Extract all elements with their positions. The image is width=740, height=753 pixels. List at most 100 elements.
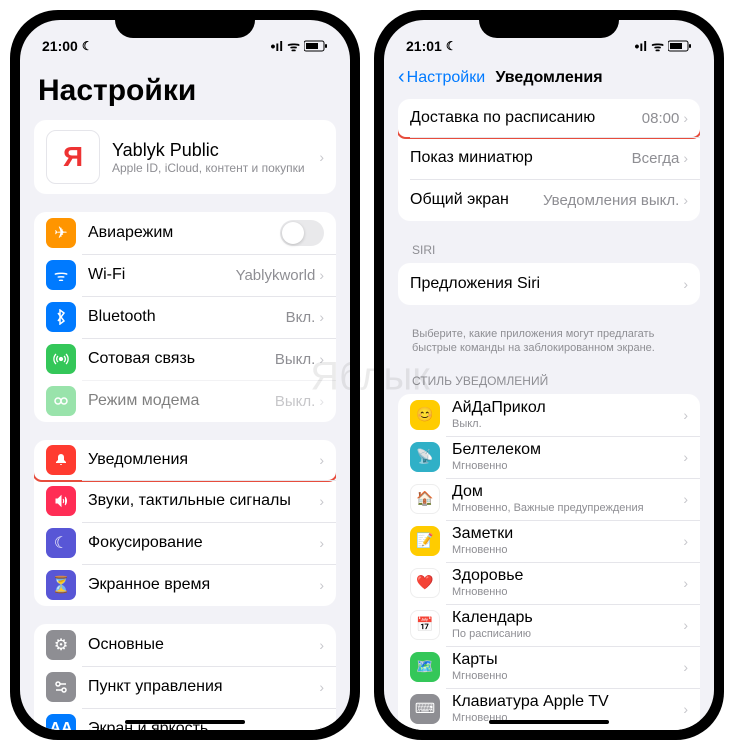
label-bt: Bluetooth xyxy=(88,308,286,326)
label-sounds: Звуки, тактильные сигналы xyxy=(88,492,319,510)
status-time: 21:00 xyxy=(42,38,78,54)
row-screentime[interactable]: ⏳ Экранное время › xyxy=(34,564,336,606)
row-app[interactable]: 📅 Календарь По расписанию › xyxy=(398,604,700,646)
app-icon: 📝 xyxy=(410,526,440,556)
chevron-right-icon: › xyxy=(319,637,324,653)
app-sub: Выкл. xyxy=(452,418,683,430)
row-app[interactable]: ❤️ Здоровье Мгновенно › xyxy=(398,562,700,604)
chevron-right-icon: › xyxy=(319,452,324,468)
chevron-right-icon: › xyxy=(319,309,324,325)
app-icon: 🗺️ xyxy=(410,652,440,682)
bluetooth-icon xyxy=(46,302,76,332)
siri-note: Выберите, какие приложения могут предлаг… xyxy=(398,323,700,370)
label-control: Пункт управления xyxy=(88,678,319,696)
row-notifications[interactable]: Уведомления › xyxy=(34,440,336,482)
home-indicator[interactable] xyxy=(125,720,245,724)
back-button[interactable]: ‹Настройки xyxy=(398,66,485,89)
row-app[interactable]: 😊 АйДаПрикол Выкл. › xyxy=(398,394,700,436)
label-general: Основные xyxy=(88,636,319,654)
chevron-right-icon: › xyxy=(319,351,324,367)
row-airplane[interactable]: ✈ Авиарежим xyxy=(34,212,336,254)
label-notif: Уведомления xyxy=(88,451,319,469)
row-screen-sharing[interactable]: Общий экран Уведомления выкл. › xyxy=(398,179,700,221)
label-preview: Показ миниатюр xyxy=(410,149,632,167)
phone-left: 21:00☾ •ıl ᯤ Настройки Я Yablyk Public A… xyxy=(10,10,360,740)
chevron-right-icon: › xyxy=(319,267,324,283)
label-siri: Предложения Siri xyxy=(410,275,683,293)
value-cell: Выкл. xyxy=(275,351,315,368)
moon-icon: ☾ xyxy=(446,39,457,53)
chevron-right-icon: › xyxy=(683,150,688,166)
toggle-airplane[interactable] xyxy=(280,220,324,246)
value-hotspot: Выкл. xyxy=(275,393,315,410)
app-name: Карты xyxy=(452,651,683,669)
app-icon: 🏠 xyxy=(410,484,440,514)
app-sub: Мгновенно xyxy=(452,586,683,598)
chevron-right-icon: › xyxy=(683,276,688,292)
chevron-right-icon: › xyxy=(319,149,324,165)
profile-icon: Я xyxy=(46,130,100,184)
cellular-icon xyxy=(46,344,76,374)
speaker-icon xyxy=(46,486,76,516)
chevron-right-icon: › xyxy=(319,679,324,695)
label-schedule: Доставка по расписанию xyxy=(410,109,642,127)
text-size-icon: AA xyxy=(46,714,76,730)
value-preview: Всегда xyxy=(632,150,680,167)
profile-row[interactable]: Я Yablyk Public Apple ID, iCloud, контен… xyxy=(34,120,336,194)
row-app[interactable]: 🏠 Дом Мгновенно, Важные предупреждения › xyxy=(398,478,700,520)
chevron-right-icon: › xyxy=(319,721,324,730)
row-display[interactable]: AA Экран и яркость › xyxy=(34,708,336,730)
chevron-right-icon: › xyxy=(683,407,688,423)
app-icon: 📅 xyxy=(410,610,440,640)
label-screentime: Экранное время xyxy=(88,576,319,594)
row-app[interactable]: 🗺️ Карты Мгновенно › xyxy=(398,646,700,688)
page-title: Настройки xyxy=(34,60,336,120)
chevron-right-icon: › xyxy=(683,701,688,717)
nav-title: Уведомления xyxy=(495,69,602,87)
value-schedule: 08:00 xyxy=(642,110,680,127)
phone-right: 21:01☾ •ıl ᯤ ‹Настройки Уведомления Дост… xyxy=(374,10,724,740)
row-app[interactable]: 📡 Белтелеком Мгновенно › xyxy=(398,436,700,478)
app-icon: ❤️ xyxy=(410,568,440,598)
app-name: Клавиатура Apple TV xyxy=(452,693,683,711)
row-control-center[interactable]: Пункт управления › xyxy=(34,666,336,708)
row-hotspot[interactable]: Режим модема Выкл. › xyxy=(34,380,336,422)
chevron-right-icon: › xyxy=(683,192,688,208)
app-sub: Мгновенно xyxy=(452,544,683,556)
row-scheduled-summary[interactable]: Доставка по расписанию 08:00 › xyxy=(398,99,700,139)
row-siri-suggestions[interactable]: Предложения Siri › xyxy=(398,263,700,305)
app-name: АйДаПрикол xyxy=(452,399,683,417)
label-cell: Сотовая связь xyxy=(88,350,275,368)
chevron-right-icon: › xyxy=(319,577,324,593)
app-name: Здоровье xyxy=(452,567,683,585)
app-icon: ⌨ xyxy=(410,694,440,724)
row-bluetooth[interactable]: Bluetooth Вкл. › xyxy=(34,296,336,338)
app-sub: По расписанию xyxy=(452,628,683,640)
row-app[interactable]: 📝 Заметки Мгновенно › xyxy=(398,520,700,562)
row-show-previews[interactable]: Показ миниатюр Всегда › xyxy=(398,137,700,179)
nav-bar: ‹Настройки Уведомления xyxy=(398,60,700,99)
row-cellular[interactable]: Сотовая связь Выкл. › xyxy=(34,338,336,380)
back-label: Настройки xyxy=(407,69,485,87)
moon-icon: ☾ xyxy=(82,39,93,53)
profile-name: Yablyk Public xyxy=(112,140,319,161)
chevron-right-icon: › xyxy=(683,659,688,675)
chevron-right-icon: › xyxy=(319,393,324,409)
airplane-icon: ✈ xyxy=(46,218,76,248)
row-focus[interactable]: ☾ Фокусирование › xyxy=(34,522,336,564)
switches-icon xyxy=(46,672,76,702)
hourglass-icon: ⏳ xyxy=(46,570,76,600)
home-indicator[interactable] xyxy=(489,720,609,724)
app-name: Заметки xyxy=(452,525,683,543)
row-sounds[interactable]: Звуки, тактильные сигналы › xyxy=(34,480,336,522)
row-wifi[interactable]: ᯤ Wi-Fi Yablykworld › xyxy=(34,254,336,296)
hotspot-icon xyxy=(46,386,76,416)
row-general[interactable]: ⚙ Основные › xyxy=(34,624,336,666)
app-sub: Мгновенно xyxy=(452,670,683,682)
status-icons: •ıl ᯤ xyxy=(635,37,692,56)
chevron-right-icon: › xyxy=(683,617,688,633)
chevron-left-icon: ‹ xyxy=(398,66,405,89)
label-airplane: Авиарежим xyxy=(88,224,280,242)
label-wifi: Wi-Fi xyxy=(88,266,236,284)
label-shared: Общий экран xyxy=(410,191,543,209)
